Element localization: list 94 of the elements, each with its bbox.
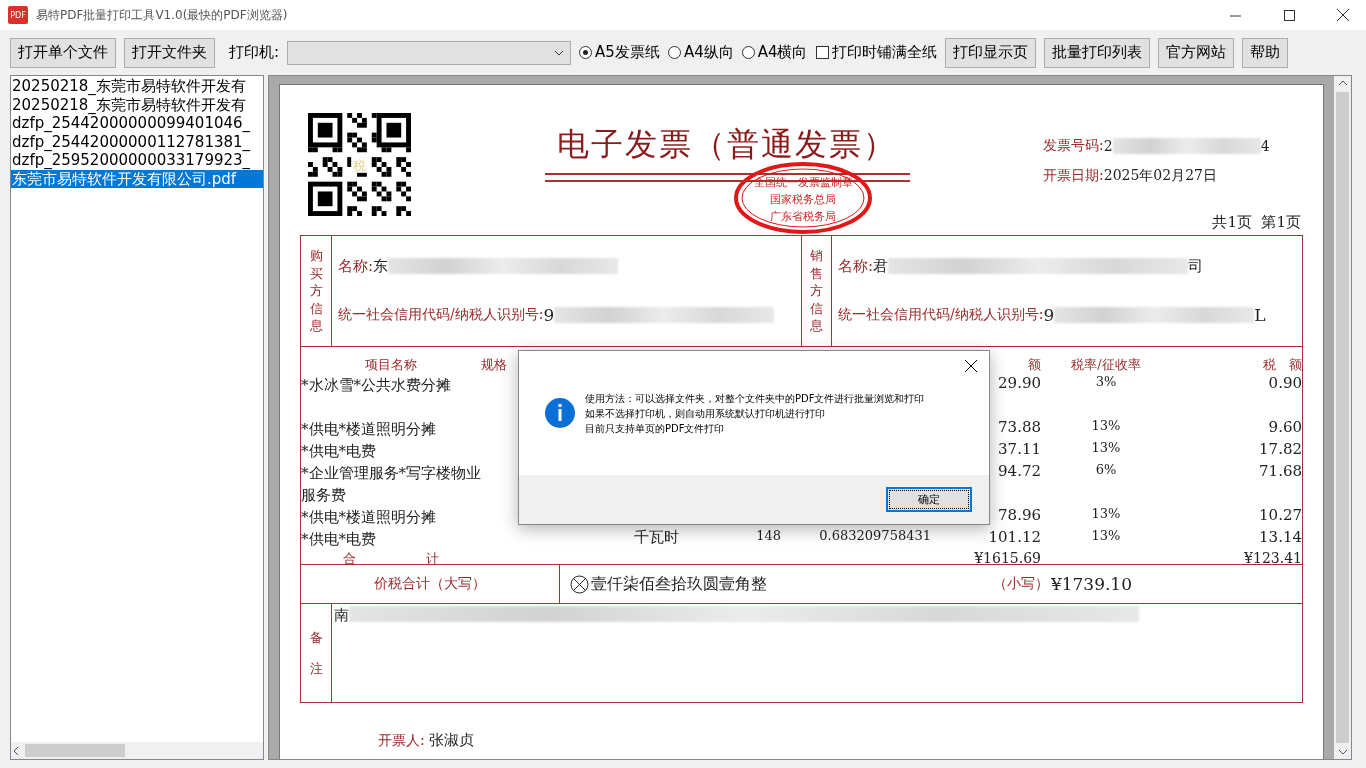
invoice-date-label: 开票日期:	[1043, 167, 1104, 185]
item-name: *供电*楼道照明分摊	[301, 419, 437, 440]
item-tax: 17.82	[1259, 440, 1302, 458]
file-list-item[interactable]: 东莞市易特软件开发有限公司.pdf	[11, 169, 263, 188]
printer-select[interactable]	[287, 40, 572, 65]
item-tax-rate: 13%	[1091, 528, 1121, 543]
paper-radio[interactable]: A4横向	[741, 43, 808, 62]
item-tax: 13.14	[1259, 528, 1302, 546]
action-button[interactable]: 批量打印列表	[1043, 37, 1150, 68]
grand-total-label: 价税合计（大写）	[374, 575, 486, 593]
item-tax: 9.60	[1268, 418, 1302, 436]
total-label: 合计	[342, 550, 509, 568]
horizontal-scrollbar[interactable]	[11, 742, 263, 759]
item-amount: 78.96	[998, 506, 1041, 524]
action-button[interactable]: 打印显示页	[944, 37, 1036, 68]
item-tax: 10.27	[1259, 506, 1302, 524]
column-header: 项目名称	[365, 356, 417, 374]
total-tax: ¥123.41	[1244, 550, 1302, 566]
action-button[interactable]: 官方网站	[1157, 37, 1234, 68]
item-unit: 千瓦时	[633, 528, 679, 547]
item-price: 0.683209758431	[819, 528, 931, 543]
close-icon	[965, 360, 977, 372]
item-amount: 101.12	[988, 528, 1041, 546]
item-amount: 29.90	[998, 374, 1041, 392]
invoice-number-start: 2	[1103, 138, 1113, 154]
grand-total-small-label: （小写）	[992, 575, 1049, 593]
buyer-id-start: 9	[543, 305, 555, 326]
grand-total-words: 壹仟柒佰叁拾玖圆壹角整	[591, 573, 768, 595]
dialog-message: 使用方法：可以选择文件夹，对整个文件夹中的PDF文件进行批量浏览和打印	[585, 391, 925, 406]
chevron-down-icon	[554, 49, 565, 56]
file-list-item[interactable]: dzfp_25442000000099401046_	[11, 114, 263, 133]
maximize-icon	[1283, 9, 1295, 21]
page-count: 共1页 第1页	[1212, 213, 1301, 233]
printer-label: 打印机:	[229, 43, 280, 62]
invoice-title: 电子发票（普通发票）	[557, 124, 897, 165]
seller-id-start: 9	[1043, 305, 1055, 326]
file-list-item[interactable]: 20250218_东莞市易特软件开发有	[11, 77, 263, 96]
item-amount: 73.88	[998, 418, 1041, 436]
paper-radio[interactable]: A5发票纸	[579, 43, 660, 62]
item-tax-rate: 6%	[1095, 462, 1117, 477]
action-button[interactable]: 帮助	[1241, 37, 1288, 68]
invoice-number-end: 4	[1260, 138, 1270, 154]
item-name: *供电*楼道照明分摊	[301, 507, 437, 528]
item-name: *企业管理服务*写字楼物业服务费	[301, 463, 481, 506]
window-title: 易特PDF批量打印工具V1.0(最快的PDF浏览器)	[36, 6, 289, 24]
item-tax: 0.90	[1268, 374, 1302, 392]
dialog-message: 目前只支持单页的PDF文件打印	[585, 421, 726, 436]
issuer-name: 张淑贞	[428, 731, 474, 750]
seller-name-start: 君	[873, 256, 889, 276]
seller-name-label: 名称:	[838, 256, 874, 276]
ok-button[interactable]: 确定	[886, 487, 972, 512]
paper-radio[interactable]: A4纵向	[667, 43, 734, 62]
item-amount: 37.11	[998, 440, 1041, 458]
seller-id-label: 统一社会信用代码/纳税人识别号:	[838, 306, 1044, 325]
file-list-item[interactable]: dzfp_25442000000112781381_	[11, 132, 263, 151]
remarks-label: 备注	[309, 628, 323, 678]
buyer-name-label: 名称:	[338, 256, 374, 276]
buyer-name-start: 东	[373, 256, 389, 276]
buyer-id-label: 统一社会信用代码/纳税人识别号:	[338, 306, 544, 325]
app-icon: PDF	[8, 6, 28, 24]
grand-total-value: ¥1739.10	[1050, 574, 1132, 594]
dialog-message: 如果不选择打印机，则自动用系统默认打印机进行打印	[585, 406, 826, 421]
seller-name-end: 司	[1188, 256, 1204, 276]
item-quantity: 148	[756, 528, 781, 543]
file-list-item[interactable]: dzfp_25952000000033179923_	[11, 151, 263, 170]
fill-page-checkbox[interactable]: 打印时铺满全纸	[815, 43, 937, 62]
item-tax-rate: 3%	[1095, 374, 1117, 389]
remarks-start: 南	[334, 606, 349, 625]
item-name: *水冰雪*公共水费分摊	[301, 375, 452, 396]
item-name: *供电*电费	[301, 529, 377, 550]
item-tax-rate: 13%	[1091, 440, 1121, 455]
item-name: *供电*电费	[301, 441, 377, 462]
item-tax-rate: 13%	[1091, 506, 1121, 521]
invoice-number-label: 发票号码:	[1043, 137, 1104, 155]
column-header: 税 额	[1263, 356, 1302, 374]
item-tax-rate: 13%	[1091, 418, 1121, 433]
item-amount: 94.72	[998, 462, 1041, 480]
seller-id-end: L	[1254, 305, 1266, 326]
total-amount: ¥1615.69	[974, 550, 1041, 566]
issuer-label: 开票人:	[378, 731, 425, 750]
seller-label: 销售方信息	[810, 247, 823, 335]
close-icon	[1337, 9, 1349, 21]
open-button[interactable]: 打开单个文件	[10, 37, 116, 68]
info-icon	[545, 398, 575, 428]
open-button[interactable]: 打开文件夹	[124, 37, 215, 68]
item-tax: 71.68	[1259, 462, 1302, 480]
column-header: 税率/征收率	[1071, 356, 1141, 374]
buyer-label: 购买方信息	[309, 247, 323, 335]
column-header: 额	[1028, 356, 1041, 374]
invoice-date: 2025年02月27日	[1103, 167, 1217, 185]
column-header: 规格	[481, 356, 507, 374]
vertical-scrollbar[interactable]	[1334, 76, 1351, 759]
circle-x-icon	[570, 574, 589, 594]
file-list-item[interactable]: 20250218_东莞市易特软件开发有	[11, 95, 263, 114]
